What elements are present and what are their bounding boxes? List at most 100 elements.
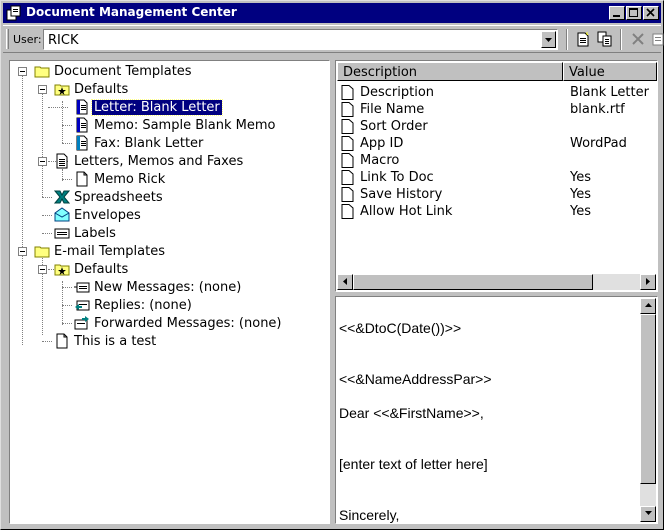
toolbar-grip[interactable] (6, 29, 9, 49)
page-icon (341, 85, 354, 100)
column-header-value[interactable]: Value (563, 62, 657, 81)
user-select[interactable]: RICK (43, 29, 558, 50)
vertical-scroll-thumb[interactable] (640, 314, 656, 484)
document-line: Sincerely, (339, 507, 400, 523)
toolbar-separator (620, 29, 622, 50)
folder-star-icon (54, 264, 70, 276)
page-icon (341, 170, 354, 185)
delete-icon[interactable] (630, 31, 646, 47)
scroll-left-button[interactable] (337, 274, 353, 290)
document-line: <<&NameAddressPar>> (339, 371, 492, 387)
tree-item-label: Defaults (74, 262, 129, 277)
page-icon (56, 333, 68, 349)
list-item[interactable]: Allow Hot Link Yes (340, 203, 655, 220)
scroll-up-button[interactable] (640, 298, 656, 314)
column-header-label: Value (569, 65, 605, 80)
scroll-down-button[interactable] (640, 506, 656, 522)
arrow-up-icon (645, 303, 652, 307)
tree-item-label: Fax: Blank Letter (94, 136, 204, 151)
close-button[interactable] (643, 6, 659, 20)
column-header-description[interactable]: Description (337, 62, 563, 81)
template-tree[interactable]: Document Templates Defaults Letter: Blan… (9, 60, 330, 524)
envelope-icon (54, 207, 70, 222)
list-item-value: Blank Letter (570, 85, 649, 100)
document-line: <<&DtoC(Date())>> (339, 320, 462, 336)
toolbar: User: RICK (3, 25, 664, 53)
tree-item-label: Memo Rick (94, 172, 166, 187)
horizontal-scroll-thumb[interactable] (353, 274, 593, 290)
document-preview[interactable]: <<&DtoC(Date())>> <<&NameAddressPar>> De… (335, 296, 658, 524)
copy-document-icon[interactable] (597, 31, 613, 47)
page-icon (341, 136, 354, 151)
word-document-icon (76, 117, 88, 133)
list-item-value: WordPad (570, 136, 627, 151)
tree-line (42, 233, 52, 234)
expander-email-defaults[interactable] (38, 265, 47, 274)
scroll-right-button[interactable] (640, 274, 656, 290)
properties-icon[interactable] (651, 31, 664, 47)
list-item-description: File Name (360, 102, 425, 117)
list-item[interactable]: App ID WordPad (340, 135, 655, 152)
list-item-description: Link To Doc (360, 170, 434, 185)
tree-line (42, 341, 52, 342)
arrow-down-icon (645, 511, 652, 515)
arrow-right-icon (646, 278, 650, 285)
minimize-button[interactable] (609, 6, 625, 20)
list-item[interactable]: Sort Order (340, 118, 655, 135)
new-document-icon[interactable] (575, 31, 591, 47)
tree-item-label: Letters, Memos and Faxes (74, 154, 244, 169)
app-icon[interactable] (6, 5, 22, 21)
new-message-icon (74, 282, 90, 293)
page-icon (341, 204, 354, 219)
user-select-value: RICK (48, 33, 79, 48)
tree-item-label: Spreadsheets (74, 190, 163, 205)
list-item-description: Allow Hot Link (360, 204, 453, 219)
window-title: Document Management Center (26, 5, 237, 19)
horizontal-scrollbar[interactable] (337, 274, 656, 290)
close-icon (646, 8, 655, 17)
list-item-description: Macro (360, 153, 400, 168)
maximize-button[interactable] (626, 6, 642, 20)
folder-icon (34, 246, 50, 258)
page-icon (341, 119, 354, 134)
label-icon (54, 228, 70, 239)
tree-line (62, 323, 72, 324)
tree-item-label: E-mail Templates (54, 244, 165, 259)
list-item[interactable]: File Name blank.rtf (340, 101, 655, 118)
list-item[interactable]: Macro (340, 152, 655, 169)
chevron-down-icon (545, 38, 552, 42)
maximize-icon (629, 8, 638, 17)
word-document-icon (76, 135, 88, 151)
list-item-description: App ID (360, 136, 404, 151)
minimize-icon (613, 15, 620, 17)
tree-line (42, 197, 52, 198)
list-item-description: Sort Order (360, 119, 428, 134)
list-item-value: Yes (570, 204, 591, 219)
toolbar-separator (566, 29, 568, 50)
arrow-left-icon (343, 278, 347, 285)
reply-icon (75, 300, 90, 311)
list-item[interactable]: Link To Doc Yes (340, 169, 655, 186)
tree-item-label: Document Templates (54, 64, 192, 79)
tree-item-label: Labels (74, 226, 116, 241)
properties-list[interactable]: Description Value Description Blank Lett… (335, 60, 658, 292)
list-item-value: Yes (570, 187, 591, 202)
user-select-dropdown-button[interactable] (541, 31, 556, 48)
tree-line (62, 143, 72, 144)
main-window: Document Management Center User: RICK Do… (0, 0, 664, 530)
list-item[interactable]: Description Blank Letter (340, 84, 655, 101)
document-line: Dear <<&FirstName>>, (339, 405, 484, 421)
list-item[interactable]: Save History Yes (340, 186, 655, 203)
tree-item-label: This is a test (74, 334, 157, 349)
title-bar[interactable]: Document Management Center (3, 3, 661, 23)
tree-line (42, 215, 52, 216)
list-item-value: blank.rtf (570, 102, 625, 117)
expander-document-templates[interactable] (18, 67, 27, 76)
expander-letters-memos-faxes[interactable] (38, 157, 47, 166)
user-label: User: (13, 33, 42, 46)
expander-defaults[interactable] (38, 85, 47, 94)
tree-line (42, 93, 43, 197)
list-item-value: Yes (570, 170, 591, 185)
expander-email-templates[interactable] (18, 247, 27, 256)
vertical-scrollbar[interactable] (640, 298, 656, 522)
